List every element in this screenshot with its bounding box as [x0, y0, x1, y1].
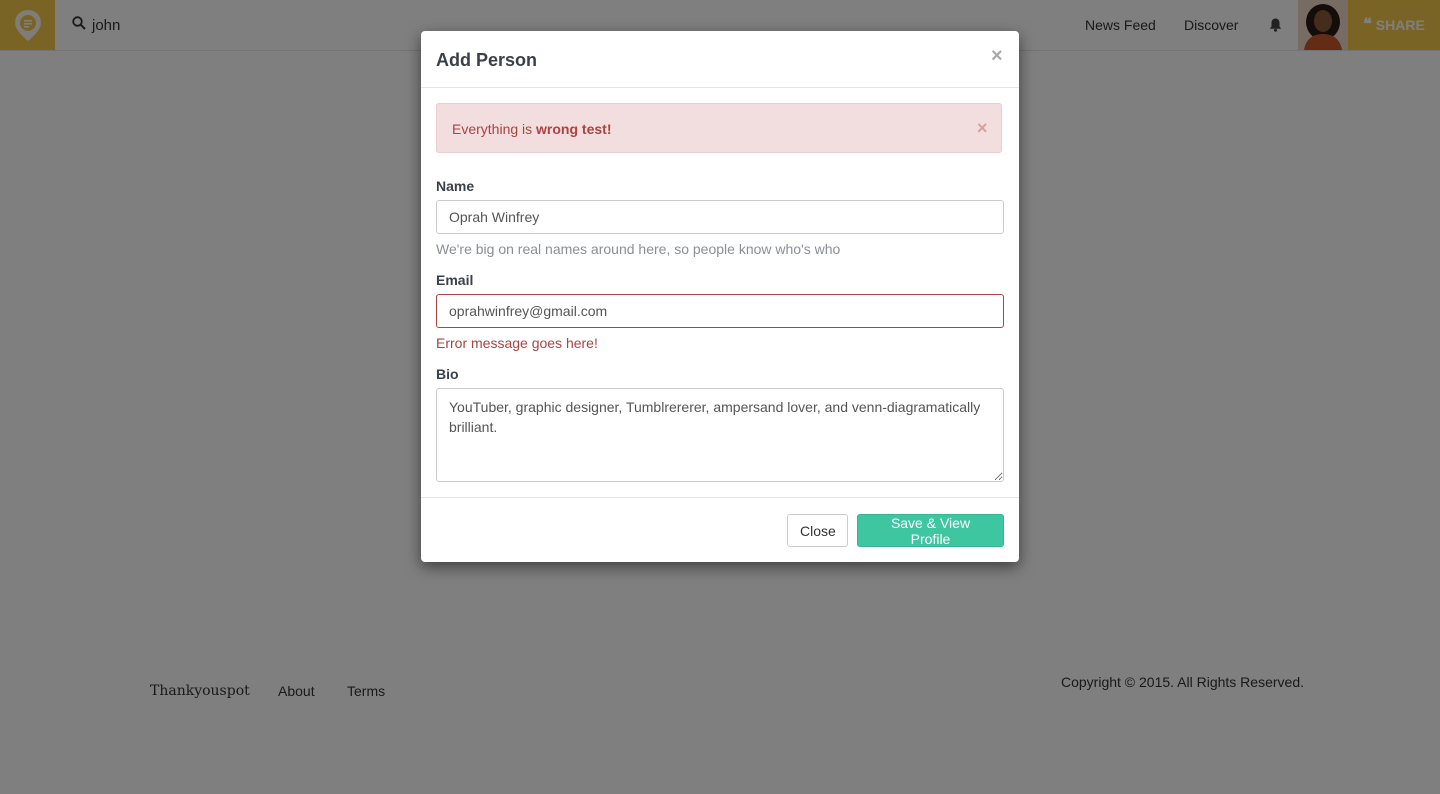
error-alert: Everything is wrong test! ×	[436, 103, 1002, 153]
name-help-text: We're big on real names around here, so …	[436, 241, 841, 257]
alert-message: Everything is wrong test!	[452, 121, 612, 137]
name-input[interactable]	[436, 200, 1004, 234]
close-button[interactable]: Close	[787, 514, 848, 547]
modal-footer: Close Save & View Profile	[421, 497, 1019, 563]
modal-close-icon[interactable]: ×	[991, 45, 1003, 68]
bio-textarea[interactable]: YouTuber, graphic designer, Tumblrererer…	[436, 388, 1004, 482]
alert-strong: wrong test!	[536, 121, 612, 137]
email-label: Email	[436, 272, 474, 288]
email-error-text: Error message goes here!	[436, 335, 598, 351]
alert-close-icon[interactable]: ×	[977, 118, 988, 139]
modal-header: Add Person ×	[421, 31, 1019, 88]
add-person-modal: Add Person × Everything is wrong test! ×…	[421, 31, 1019, 562]
modal-title: Add Person	[436, 50, 538, 70]
save-view-profile-button[interactable]: Save & View Profile	[857, 514, 1004, 547]
email-input[interactable]	[436, 294, 1004, 328]
bio-label: Bio	[436, 366, 459, 382]
alert-prefix: Everything is	[452, 121, 537, 137]
name-label: Name	[436, 178, 475, 194]
